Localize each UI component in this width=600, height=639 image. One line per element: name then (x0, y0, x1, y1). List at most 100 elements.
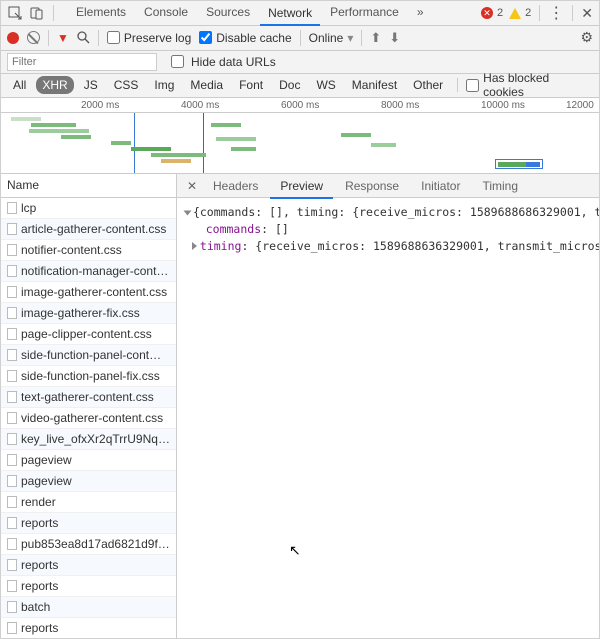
pill-js[interactable]: JS (78, 76, 104, 94)
request-name: reports (21, 621, 58, 635)
request-name: render (21, 495, 56, 509)
clear-button[interactable] (27, 31, 40, 44)
disable-cache-checkbox[interactable]: Disable cache (199, 31, 291, 45)
request-row[interactable]: render (1, 492, 176, 513)
filter-toggle-icon[interactable]: ▼ (57, 31, 69, 45)
panel-tabs: Elements Console Sources Network Perform… (68, 1, 432, 25)
disclosure-triangle-icon[interactable] (192, 242, 197, 250)
search-icon[interactable] (77, 31, 90, 44)
detail-tab-initiator[interactable]: Initiator (411, 175, 470, 197)
detail-tab-timing[interactable]: Timing (472, 175, 528, 197)
overview-bar (216, 137, 256, 141)
preserve-log-label: Preserve log (124, 31, 191, 45)
request-list[interactable]: lcp article-gatherer-content.css notifier-… (1, 198, 176, 638)
overview-bar (111, 141, 131, 145)
request-name: reports (21, 579, 58, 593)
request-row[interactable]: text-gatherer-content.css (1, 387, 176, 408)
request-row[interactable]: image-gatherer-fix.css (1, 303, 176, 324)
detail-tab-response[interactable]: Response (335, 175, 409, 197)
file-icon (7, 517, 17, 529)
tab-sources[interactable]: Sources (198, 1, 258, 25)
request-row[interactable]: article-gatherer-content.css (1, 219, 176, 240)
export-har-icon[interactable]: ⬇ (389, 30, 400, 46)
request-row[interactable]: image-gatherer-content.css (1, 282, 176, 303)
close-detail-icon[interactable]: ✕ (183, 179, 201, 193)
pill-font[interactable]: Font (233, 76, 269, 94)
request-name: article-gatherer-content.css (21, 222, 166, 236)
request-row[interactable]: reports (1, 576, 176, 597)
record-button[interactable] (7, 32, 19, 44)
pill-img[interactable]: Img (148, 76, 180, 94)
file-icon (7, 559, 17, 571)
request-row[interactable]: lcp (1, 198, 176, 219)
file-icon (7, 538, 17, 550)
tab-network[interactable]: Network (260, 2, 320, 26)
chevron-down-icon: ▾ (347, 31, 353, 45)
request-row[interactable]: pageview (1, 471, 176, 492)
error-badge-icon[interactable]: ✕ (481, 7, 493, 19)
ruler-tick: 8000 ms (381, 100, 419, 111)
request-row[interactable]: notification-manager-cont… (1, 261, 176, 282)
warning-badge-icon[interactable] (509, 8, 521, 19)
request-row[interactable]: notifier-content.css (1, 240, 176, 261)
request-name-column: Name lcp article-gatherer-content.css noti… (1, 174, 177, 638)
request-row[interactable]: reports (1, 618, 176, 638)
detail-tab-preview[interactable]: Preview (270, 175, 333, 199)
overview-bar (29, 129, 89, 133)
request-row[interactable]: batch (1, 597, 176, 618)
request-name: text-gatherer-content.css (21, 390, 154, 404)
settings-gear-icon[interactable]: ⚙ (580, 29, 593, 46)
request-name: batch (21, 600, 50, 614)
pill-doc[interactable]: Doc (273, 76, 306, 94)
tab-elements[interactable]: Elements (68, 1, 134, 25)
preserve-log-checkbox[interactable]: Preserve log (107, 31, 191, 45)
timeline-overview[interactable] (1, 113, 599, 174)
request-row[interactable]: video-gatherer-content.css (1, 408, 176, 429)
tab-performance[interactable]: Performance (322, 1, 407, 25)
request-row[interactable]: key_live_ofxXr2qTrrU9Nq… (1, 429, 176, 450)
pill-css[interactable]: CSS (108, 76, 145, 94)
hide-data-urls-input[interactable] (171, 55, 184, 68)
pill-ws[interactable]: WS (310, 76, 341, 94)
kebab-menu-icon[interactable]: ⋮ (548, 3, 564, 23)
request-row[interactable]: pageview (1, 450, 176, 471)
pill-media[interactable]: Media (184, 76, 229, 94)
pill-xhr[interactable]: XHR (36, 76, 73, 94)
timeline-ruler[interactable]: 2000 ms 4000 ms 6000 ms 8000 ms 10000 ms… (1, 98, 599, 113)
error-count: 2 (497, 7, 503, 19)
request-name: key_live_ofxXr2qTrrU9Nq… (21, 432, 170, 446)
request-row[interactable]: reports (1, 513, 176, 534)
request-row[interactable]: reports (1, 555, 176, 576)
overview-selection[interactable] (495, 159, 543, 169)
device-toggle-icon[interactable] (29, 5, 45, 21)
tab-overflow[interactable]: » (409, 1, 432, 25)
pill-manifest[interactable]: Manifest (346, 76, 403, 94)
has-blocked-cookies-input[interactable] (466, 79, 479, 92)
detail-tab-headers[interactable]: Headers (203, 175, 268, 197)
file-icon (7, 496, 17, 508)
request-name: notifier-content.css (21, 243, 122, 257)
preserve-log-input[interactable] (107, 31, 120, 44)
pill-other[interactable]: Other (407, 76, 449, 94)
file-icon (7, 286, 17, 298)
request-row[interactable]: pub853ea8d17ad6821d9f… (1, 534, 176, 555)
tab-console[interactable]: Console (136, 1, 196, 25)
import-har-icon[interactable]: ⬆ (370, 30, 381, 46)
hide-data-urls-checkbox[interactable]: Hide data URLs (167, 52, 276, 71)
request-row[interactable]: side-function-panel-cont… (1, 345, 176, 366)
disclosure-triangle-icon[interactable] (183, 210, 191, 215)
request-row[interactable]: side-function-panel-fix.css (1, 366, 176, 387)
overview-bar (371, 143, 396, 147)
disable-cache-input[interactable] (199, 31, 212, 44)
name-column-header[interactable]: Name (1, 174, 176, 198)
request-name: page-clipper-content.css (21, 327, 152, 341)
ruler-tick: 4000 ms (181, 100, 219, 111)
throttling-select[interactable]: Online ▾ (309, 31, 354, 45)
close-devtools-icon[interactable]: ✕ (581, 5, 593, 22)
request-row[interactable]: page-clipper-content.css (1, 324, 176, 345)
has-blocked-cookies-checkbox[interactable]: Has blocked cookies (466, 71, 593, 99)
inspect-icon[interactable] (7, 5, 23, 21)
filter-input[interactable] (7, 53, 157, 71)
preview-body[interactable]: {commands: [], timing: {receive_micros: … (177, 198, 600, 638)
pill-all[interactable]: All (7, 76, 32, 94)
